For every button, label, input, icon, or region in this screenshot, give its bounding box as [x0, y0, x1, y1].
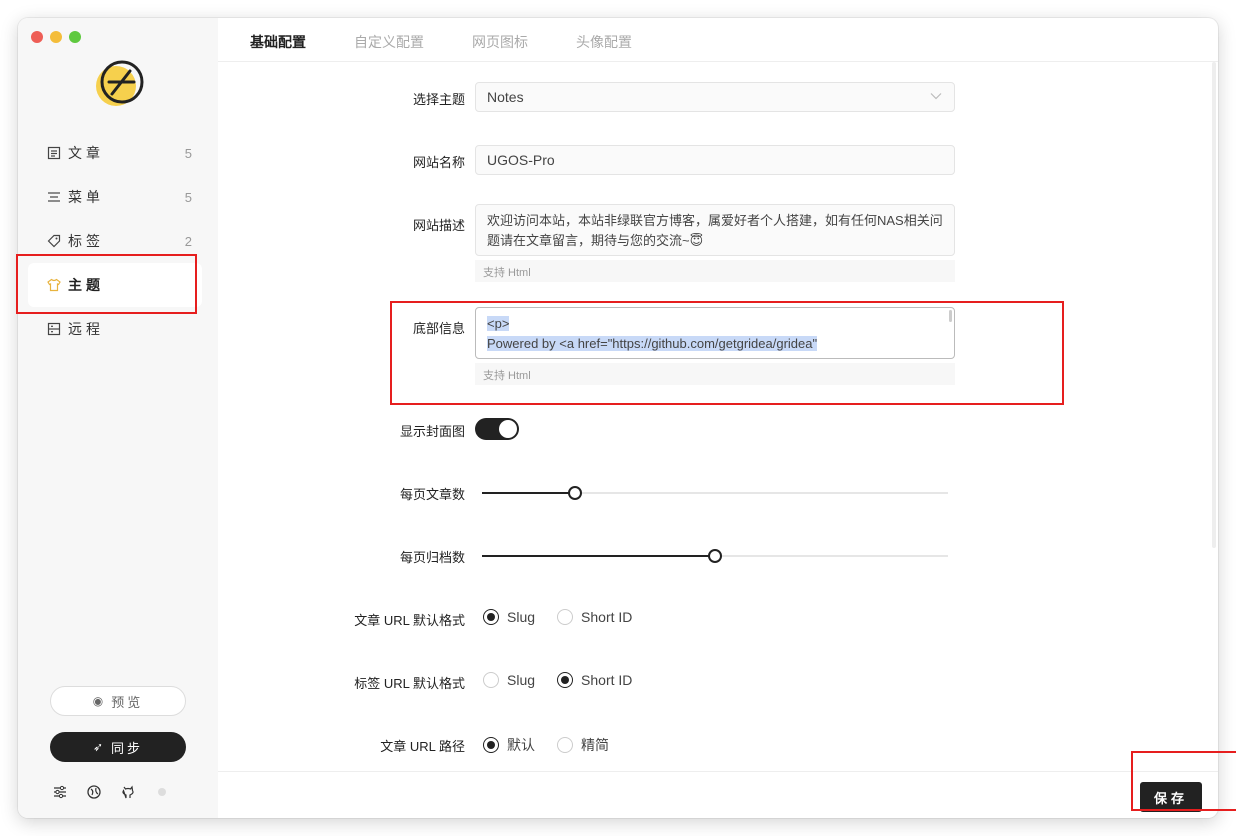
tag-url-format-label: 标签 URL 默认格式: [354, 676, 465, 691]
sidebar-item-label: 远程: [68, 321, 104, 337]
radio-simple[interactable]: 精简: [557, 735, 609, 755]
archives-per-page-label: 每页归档数: [399, 550, 465, 565]
sidebar-footer: [52, 784, 166, 800]
slider-fill: [482, 492, 576, 494]
theme-select-value: Notes: [487, 89, 524, 105]
post-url-format-radios: Slug Short ID: [483, 609, 632, 625]
window-controls: [31, 31, 81, 43]
slider-fill: [482, 555, 715, 557]
remote-icon: [46, 321, 62, 337]
settings-sliders-icon[interactable]: [52, 784, 68, 800]
post-url-path-radios: 默认 精简: [483, 735, 609, 755]
rocket-icon: ➶: [92, 740, 104, 754]
sidebar-item-label: 文章: [68, 145, 104, 161]
article-icon: [46, 145, 62, 161]
radio-dot: [483, 737, 499, 753]
tag-icon: [46, 233, 62, 249]
close-window-button[interactable]: [31, 31, 43, 43]
show-cover-label: 显示封面图: [399, 424, 465, 439]
slider-handle[interactable]: [568, 486, 583, 500]
preview-button[interactable]: ◉ 预览: [50, 686, 186, 716]
sidebar: 文章 5 菜单 5 标签 2 主题 远程 ◉ 预览 ➶ 同步: [18, 18, 218, 818]
show-cover-toggle[interactable]: [475, 418, 519, 440]
theme-label: 选择主题: [412, 92, 465, 107]
preview-label: 预览: [111, 694, 144, 710]
site-name-label: 网站名称: [412, 155, 465, 170]
tab-custom-config[interactable]: 自定义配置: [354, 32, 424, 52]
globe-icon[interactable]: [86, 784, 102, 800]
radio-label: Short ID: [581, 609, 633, 625]
tab-avatar-config[interactable]: 头像配置: [576, 32, 632, 52]
radio-label: 精简: [581, 737, 609, 753]
radio-dot: [483, 609, 499, 625]
radio-dot: [483, 672, 499, 688]
radio-short-id[interactable]: Short ID: [557, 609, 632, 625]
tab-basic-config[interactable]: 基础配置: [250, 32, 306, 52]
radio-short-id[interactable]: Short ID: [557, 672, 632, 688]
toggle-knob: [499, 420, 517, 438]
tab-bar: 基础配置 自定义配置 网页图标 头像配置: [250, 32, 632, 52]
gridea-logo: [96, 60, 144, 106]
tab-divider: [218, 61, 1218, 62]
theme-select[interactable]: Notes: [475, 82, 955, 112]
radio-label: Slug: [507, 609, 536, 625]
tab-favicon[interactable]: 网页图标: [472, 32, 528, 52]
highlight-box-save: [1131, 751, 1236, 811]
posts-per-page-label: 每页文章数: [399, 487, 465, 502]
sidebar-item-count: 2: [184, 233, 192, 249]
sidebar-nav: 文章 5 菜单 5 标签 2 主题 远程: [28, 131, 202, 351]
eye-icon: ◉: [92, 694, 104, 708]
chevron-down-icon: [930, 91, 942, 103]
menu-icon: [46, 189, 62, 205]
radio-default[interactable]: 默认: [483, 735, 535, 755]
site-name-input[interactable]: UGOS-Pro: [475, 145, 955, 175]
main-panel: 基础配置 自定义配置 网页图标 头像配置 选择主题 Notes 网站名称 UGO…: [218, 18, 1218, 818]
minimize-window-button[interactable]: [50, 31, 62, 43]
main-scrollbar[interactable]: [1212, 62, 1216, 548]
post-url-path-label: 文章 URL 路径: [380, 739, 465, 754]
sidebar-item-articles[interactable]: 文章 5: [28, 131, 202, 175]
radio-label: Slug: [507, 672, 536, 688]
sidebar-item-label: 菜单: [68, 189, 104, 205]
radio-dot: [557, 737, 573, 753]
site-desc-hint: 支持 Html: [475, 260, 955, 282]
radio-slug[interactable]: Slug: [483, 609, 535, 625]
tag-url-format-radios: Slug Short ID: [483, 672, 632, 688]
radio-dot: [557, 609, 574, 625]
status-dot: [158, 788, 166, 796]
sidebar-item-menus[interactable]: 菜单 5: [28, 175, 202, 219]
archives-per-page-slider[interactable]: [482, 549, 948, 563]
sync-button[interactable]: ➶ 同步: [50, 732, 186, 762]
radio-slug[interactable]: Slug: [483, 672, 535, 688]
site-desc-textarea[interactable]: 欢迎访问本站，本站非绿联官方博客，属爱好者个人搭建，如有任何NAS相关问题请在文…: [475, 204, 955, 256]
github-icon[interactable]: [120, 784, 136, 800]
radio-dot: [557, 672, 574, 688]
slider-handle[interactable]: [708, 549, 722, 563]
footer-divider: [218, 771, 1218, 772]
maximize-window-button[interactable]: [69, 31, 81, 43]
highlight-box-footer: [390, 301, 1064, 405]
app-window: 文章 5 菜单 5 标签 2 主题 远程 ◉ 预览 ➶ 同步 基础配置 自定义配…: [18, 18, 1218, 818]
sidebar-item-count: 5: [184, 189, 192, 205]
radio-label: 默认: [507, 737, 535, 753]
posts-per-page-slider[interactable]: [482, 486, 948, 500]
sidebar-item-count: 5: [184, 145, 192, 161]
site-desc-label: 网站描述: [412, 218, 465, 233]
sync-label: 同步: [111, 740, 144, 756]
highlight-box-theme: [16, 254, 197, 314]
post-url-format-label: 文章 URL 默认格式: [354, 613, 465, 628]
sidebar-item-label: 标签: [68, 233, 104, 249]
radio-label: Short ID: [581, 672, 633, 688]
